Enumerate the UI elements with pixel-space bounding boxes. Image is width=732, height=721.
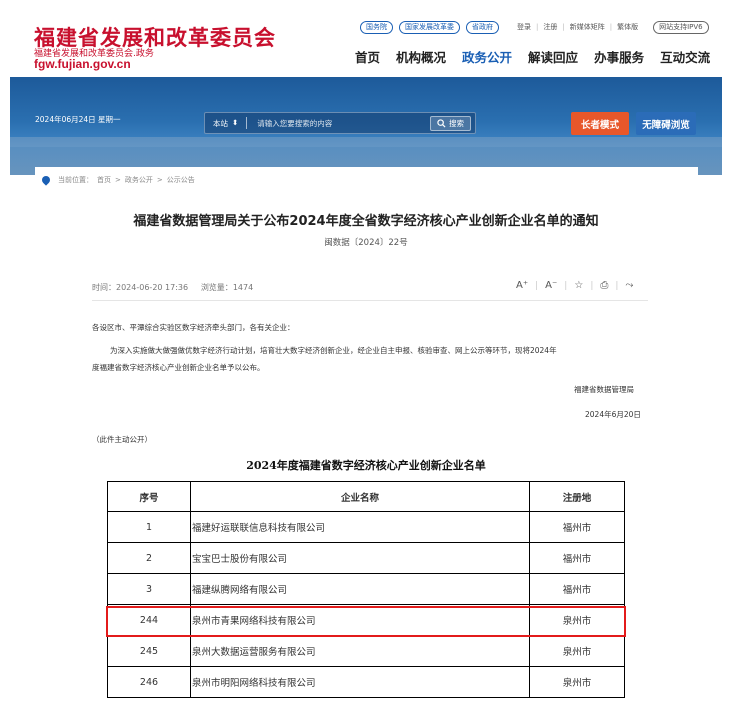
divider-line xyxy=(92,300,648,301)
cell-number: 246 xyxy=(107,666,191,698)
cell-location: 泉州市 xyxy=(529,604,625,636)
breadcrumb-sep: > xyxy=(156,176,163,184)
accessible-browse-button[interactable]: 无障碍浏览 xyxy=(636,112,696,135)
font-decrease-icon[interactable]: A⁻ xyxy=(545,280,557,291)
cell-company: 泉州市明阳网络科技有限公司 xyxy=(190,666,530,698)
cell-company: 福建好运联联信息科技有限公司 xyxy=(190,511,530,543)
disclosure-note: （此件主动公开） xyxy=(92,435,152,444)
nav-home[interactable]: 首页 xyxy=(355,47,380,66)
separator: | xyxy=(590,280,594,291)
gov-link-state-council[interactable]: 国务院 xyxy=(360,21,393,34)
top-user-links: 登录 | 注册 | 新媒体矩阵 | 繁体版 网站支持IPV6 xyxy=(517,21,709,34)
search-button[interactable]: 搜索 xyxy=(430,115,471,131)
table-row: 1 福建好运联联信息科技有限公司 福州市 xyxy=(107,511,625,543)
cell-company: 泉州市青果网络科技有限公司 xyxy=(190,604,530,636)
col-header-location: 注册地 xyxy=(529,481,625,512)
breadcrumb-home[interactable]: 首页 xyxy=(97,175,111,185)
separator: | xyxy=(535,280,539,291)
cell-company: 福建纵腾网络有限公司 xyxy=(190,573,530,605)
search-icon xyxy=(437,118,446,128)
favorite-star-icon[interactable]: ☆ xyxy=(574,280,583,291)
article-tools: A⁺ | A⁻ | ☆ | ⎙ | ⤳ xyxy=(516,280,633,291)
separator: | xyxy=(615,280,619,291)
chevron-updown-icon: ⬍ xyxy=(232,117,239,127)
print-icon[interactable]: ⎙ xyxy=(600,280,608,291)
nav-interaction[interactable]: 互动交流 xyxy=(660,47,710,66)
breadcrumb-sep: > xyxy=(115,176,121,184)
table-row: 2 宝宝巴士股份有限公司 福州市 xyxy=(107,542,625,574)
nav-about[interactable]: 机构概况 xyxy=(396,47,446,66)
location-pin-icon xyxy=(40,174,52,186)
article-salutation: 各设区市、平潭综合实验区数字经济牵头部门，各有关企业： xyxy=(92,323,295,332)
nav-services[interactable]: 办事服务 xyxy=(594,47,644,66)
cell-location: 福州市 xyxy=(529,511,625,543)
document-number: 闽数据〔2024〕22号 xyxy=(324,238,408,248)
separator: | xyxy=(536,23,539,31)
search-scope-label: 本站 xyxy=(213,118,228,128)
view-count: 1474 xyxy=(232,283,254,292)
gov-link-province[interactable]: 省政府 xyxy=(466,21,499,34)
breadcrumb-notices[interactable]: 公示公告 xyxy=(167,175,195,185)
site-domain: fgw.fujian.gov.cn xyxy=(34,57,131,71)
cell-number: 244 xyxy=(107,604,191,636)
publish-time: 2024-06-20 17:36 xyxy=(116,283,189,292)
breadcrumb: 当前位置： 首页 > 政务公开 > 公示公告 xyxy=(40,174,195,186)
table-header-row: 序号 企业名称 注册地 xyxy=(107,481,625,512)
gov-link-ndrc[interactable]: 国家发展改革委 xyxy=(399,21,460,34)
col-header-number: 序号 xyxy=(107,481,191,512)
traditional-chinese-link[interactable]: 繁体版 xyxy=(617,22,638,33)
top-gov-links: 国务院 国家发展改革委 省政府 xyxy=(360,21,499,34)
register-link[interactable]: 注册 xyxy=(543,22,557,33)
table-row: 245 泉州大数据运营服务有限公司 泉州市 xyxy=(107,635,625,667)
breadcrumb-gov-affairs[interactable]: 政务公开 xyxy=(125,175,153,185)
separator: | xyxy=(609,23,613,31)
table-row-highlighted: 244 泉州市青果网络科技有限公司 泉州市 xyxy=(107,604,625,636)
cell-company: 泉州大数据运营服务有限公司 xyxy=(190,635,530,667)
search-bar: 本站 ⬍ 请输入您要搜索的内容 搜索 xyxy=(204,112,476,134)
media-matrix-link[interactable]: 新媒体矩阵 xyxy=(570,22,605,33)
search-input[interactable]: 请输入您要搜索的内容 xyxy=(247,118,430,129)
cell-location: 福州市 xyxy=(529,573,625,605)
article-body-line-1: 为深入实施做大做强做优数字经济行动计划，培育壮大数字经济创新企业，经企业自主申报… xyxy=(110,346,557,355)
signature-org: 福建省数据管理局 xyxy=(574,385,634,394)
search-button-label: 搜索 xyxy=(449,118,464,128)
current-date: 2024年06月24日 星期一 xyxy=(35,115,121,124)
font-increase-icon[interactable]: A⁺ xyxy=(516,280,528,291)
signature-date: 2024年6月20日 xyxy=(585,410,641,419)
article-title: 福建省数据管理局关于公布2024年度全省数字经济核心产业创新企业名单的通知 xyxy=(133,214,599,229)
cell-number: 245 xyxy=(107,635,191,667)
separator: | xyxy=(562,23,565,31)
views-label: 浏览量： xyxy=(200,283,233,292)
table-row: 3 福建纵腾网络有限公司 福州市 xyxy=(107,573,625,605)
login-link[interactable]: 登录 xyxy=(517,22,531,33)
article-body-line-2: 度福建省数字经济核心产业创新企业名单予以公布。 xyxy=(92,363,265,372)
time-label: 时间： xyxy=(92,283,116,292)
nav-interpretation[interactable]: 解读回应 xyxy=(528,47,578,66)
cell-number: 3 xyxy=(107,573,191,605)
breadcrumb-label: 当前位置： xyxy=(58,176,93,184)
nav-gov-affairs[interactable]: 政务公开 xyxy=(462,47,512,66)
search-scope-select[interactable]: 本站 ⬍ xyxy=(205,118,246,129)
cell-location: 泉州市 xyxy=(529,666,625,698)
table-caption: 2024年度福建省数字经济核心产业创新企业名单 xyxy=(246,459,486,472)
cell-company: 宝宝巴士股份有限公司 xyxy=(190,542,530,574)
separator: | xyxy=(564,280,568,291)
elder-mode-button[interactable]: 长者模式 xyxy=(571,112,629,135)
main-nav: 首页 机构概况 政务公开 解读回应 办事服务 互动交流 xyxy=(355,47,710,66)
enterprise-table: 序号 企业名称 注册地 1 福建好运联联信息科技有限公司 福州市 2 宝宝巴士股… xyxy=(107,481,625,698)
table-row: 246 泉州市明阳网络科技有限公司 泉州市 xyxy=(107,666,625,698)
col-header-company: 企业名称 xyxy=(190,481,530,512)
share-icon[interactable]: ⤳ xyxy=(625,280,633,291)
cell-location: 泉州市 xyxy=(529,635,625,667)
article-meta: 时间：2024-06-20 17:36 浏览量：1474 xyxy=(92,282,253,293)
cell-number: 2 xyxy=(107,542,191,574)
cell-location: 福州市 xyxy=(529,542,625,574)
cell-number: 1 xyxy=(107,511,191,543)
ipv6-badge: 网站支持IPV6 xyxy=(653,21,709,34)
